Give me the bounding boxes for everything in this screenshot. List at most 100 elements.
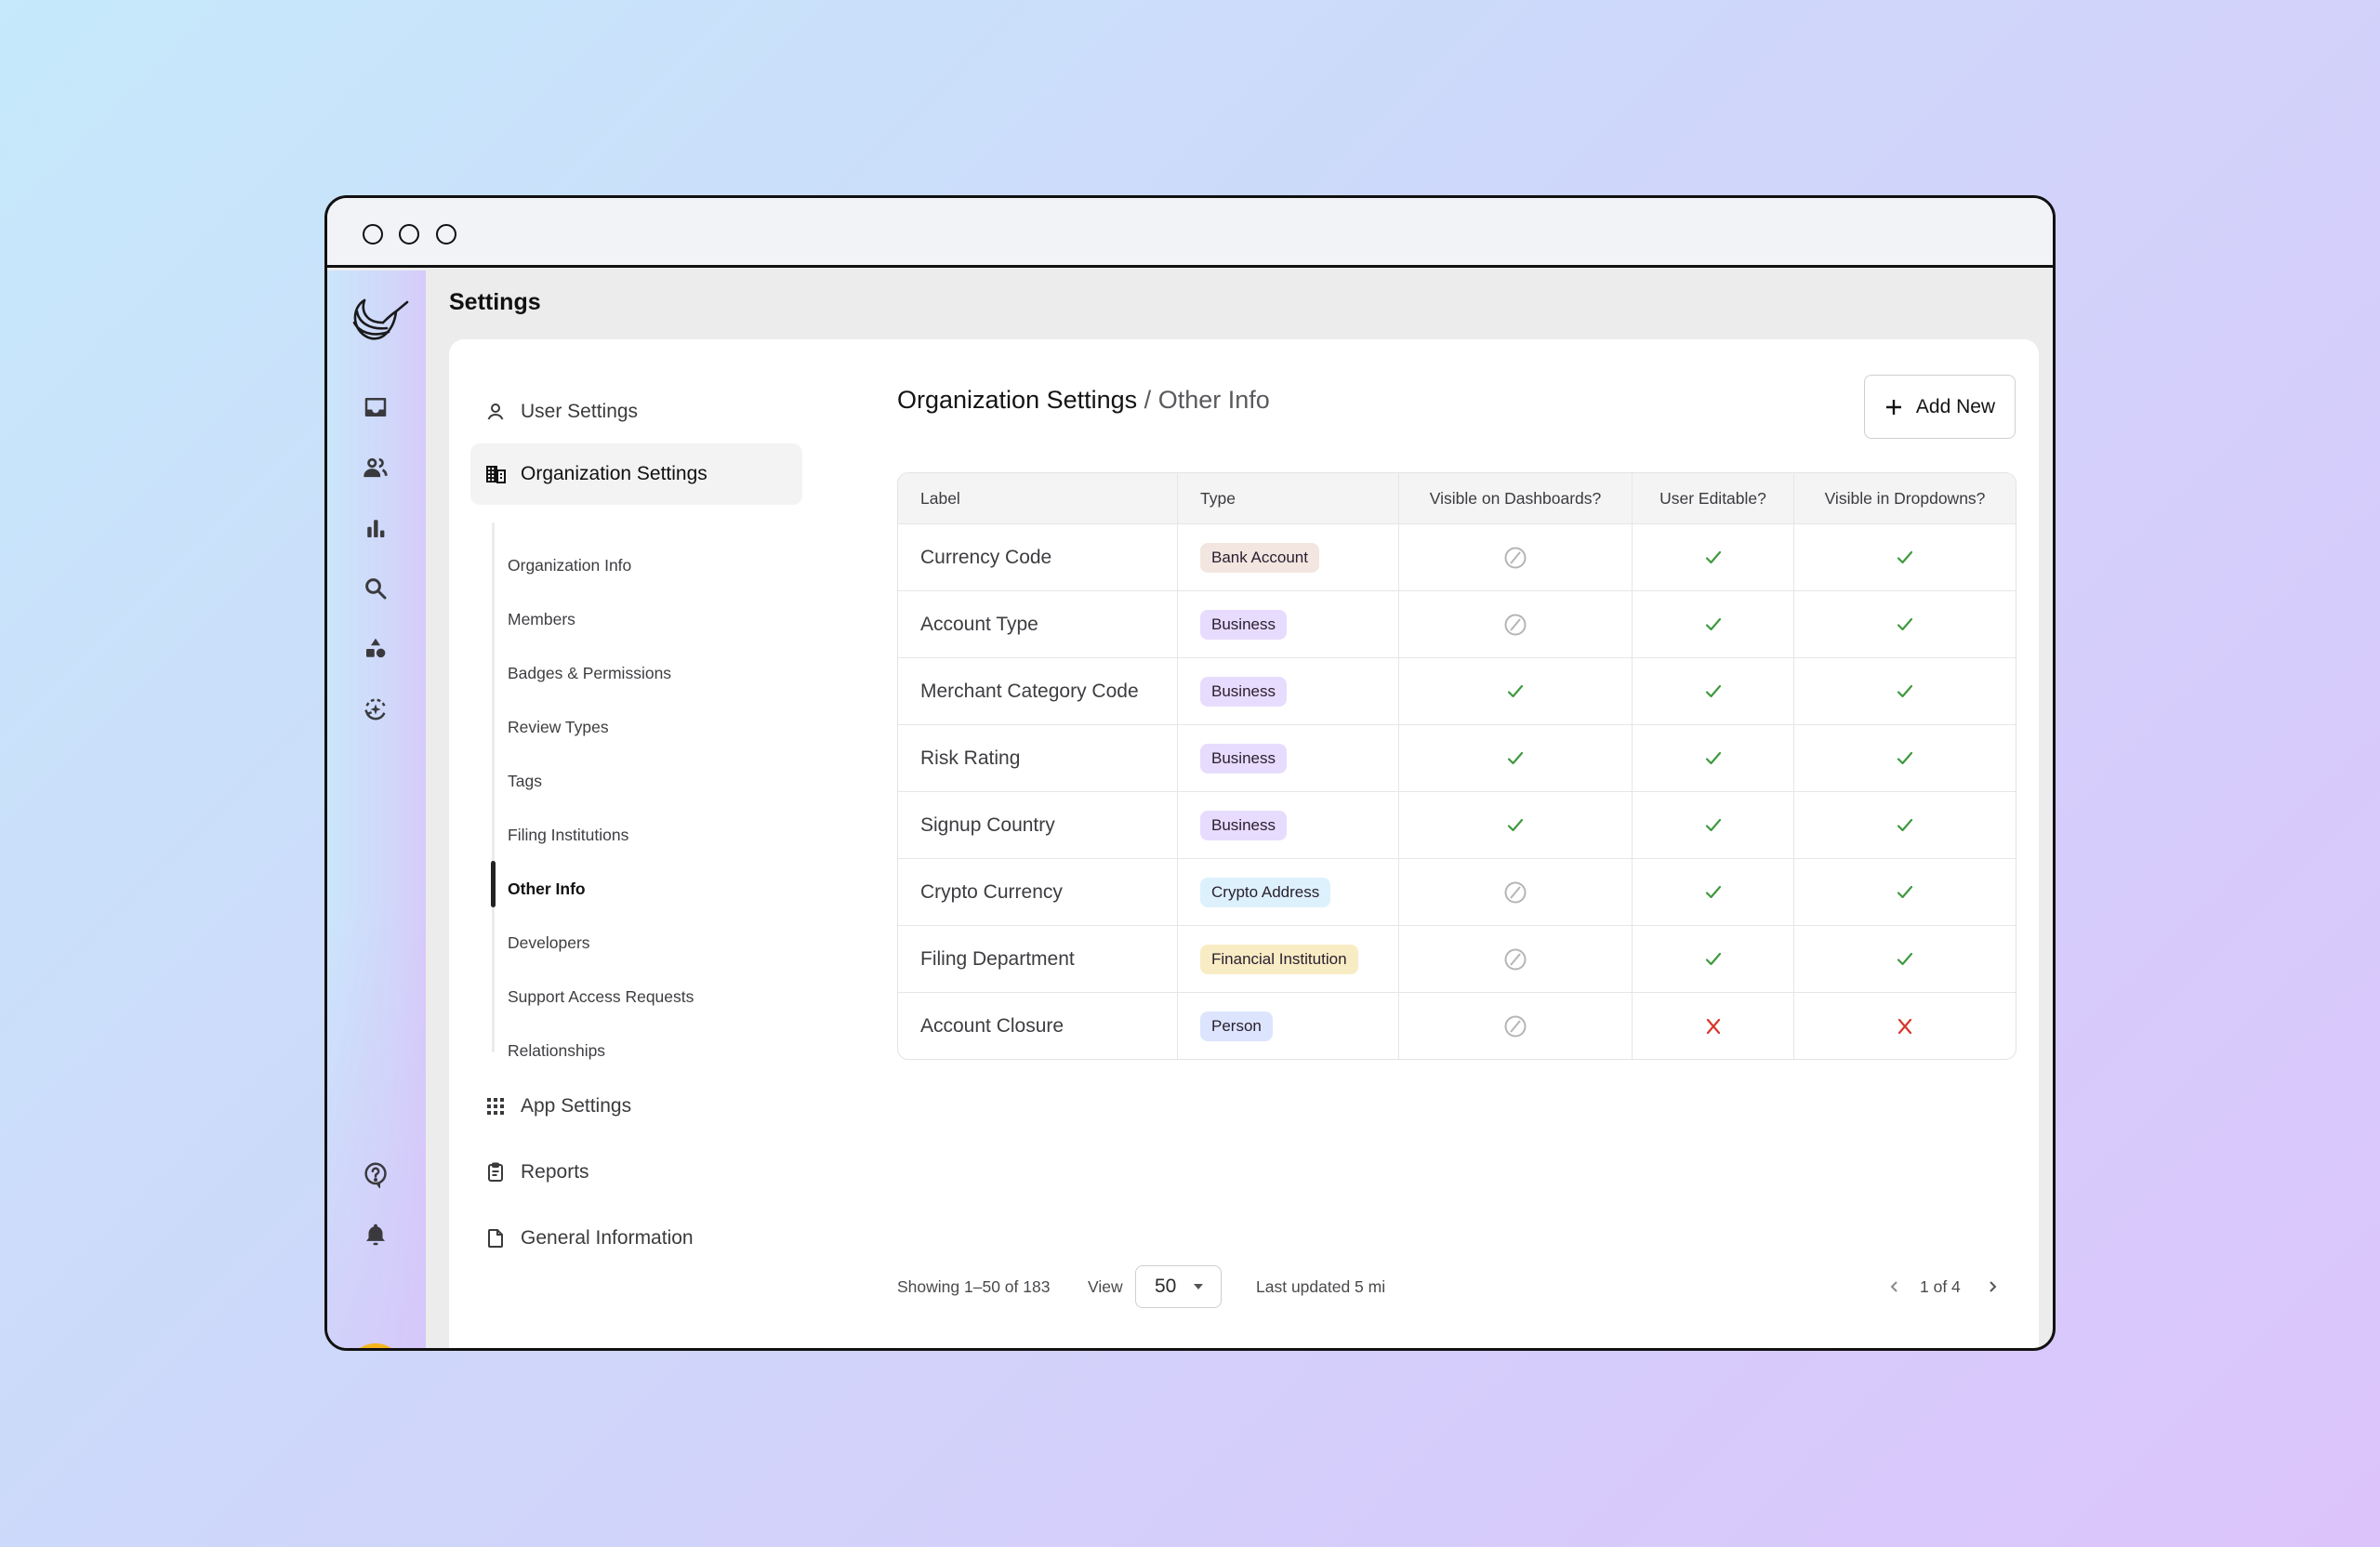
cell-label: Currency Code — [898, 524, 1177, 590]
cell-type: Financial Institution — [1177, 926, 1398, 992]
nav-organization-settings[interactable]: Organization Settings — [470, 443, 802, 505]
subnav-tags[interactable]: Tags — [508, 767, 542, 795]
row-label: Merchant Category Code — [920, 680, 1139, 702]
type-badge: Business — [1200, 810, 1287, 840]
cell-type: Person — [1177, 993, 1398, 1059]
column-header-type[interactable]: Type — [1177, 473, 1398, 523]
bar-chart-icon[interactable] — [360, 512, 391, 544]
table-row[interactable]: Currency Code Bank Account — [898, 523, 2016, 590]
hummingbird-logo-icon[interactable] — [348, 291, 409, 347]
table-row[interactable]: Account Closure Person — [898, 992, 2016, 1059]
subnav-organization-info[interactable]: Organization Info — [508, 551, 631, 579]
check-icon — [1705, 818, 1721, 831]
cross-icon — [1897, 1018, 1912, 1034]
next-page-button[interactable] — [1987, 1263, 1998, 1310]
app-window: Settings User Settings Organization Sett… — [324, 195, 2056, 1351]
type-badge: Financial Institution — [1200, 944, 1358, 974]
add-new-label: Add New — [1915, 395, 1996, 417]
cell-visible-dashboards — [1398, 524, 1632, 590]
check-icon — [1507, 818, 1524, 831]
column-header-label[interactable]: Label — [898, 473, 1177, 523]
table-footer: Showing 1–50 of 183 View 50 Last updated… — [897, 1263, 2016, 1310]
showing-count: Showing 1–50 of 183 — [897, 1276, 1051, 1296]
nav-app-settings[interactable]: App Settings — [470, 1076, 802, 1137]
cell-visible-dashboards — [1398, 725, 1632, 791]
column-header-visible-dropdowns[interactable]: Visible in Dropdowns? — [1793, 473, 2016, 523]
title-bar — [327, 198, 2053, 268]
inbox-icon[interactable] — [360, 391, 391, 423]
check-icon — [1897, 684, 1913, 697]
window-close-button[interactable] — [363, 224, 383, 245]
cross-icon — [1706, 1018, 1720, 1034]
subnav-relationships[interactable]: Relationships — [508, 1037, 605, 1064]
breadcrumb-separator: / — [1144, 386, 1152, 414]
window-zoom-button[interactable] — [436, 224, 456, 245]
table-row[interactable]: Account Type Business — [898, 590, 2016, 657]
table-body: Currency Code Bank Account Account Type … — [898, 523, 2016, 1059]
column-header-visible-dashboards[interactable]: Visible on Dashboards? — [1398, 473, 1632, 523]
table-row[interactable]: Risk Rating Business — [898, 724, 2016, 791]
table-row[interactable]: Signup Country Business — [898, 791, 2016, 858]
check-icon — [1897, 885, 1913, 898]
nav-general-information-label: General Information — [521, 1227, 694, 1249]
subnav-badges-permissions[interactable]: Badges & Permissions — [508, 659, 671, 687]
cell-type: Crypto Address — [1177, 859, 1398, 925]
check-icon — [1705, 550, 1721, 563]
cell-user-editable — [1632, 591, 1793, 657]
cell-label: Crypto Currency — [898, 859, 1177, 925]
cell-visible-dashboards — [1398, 792, 1632, 858]
building-icon — [483, 462, 508, 486]
table-row[interactable]: Merchant Category Code Business — [898, 657, 2016, 724]
cell-user-editable — [1632, 926, 1793, 992]
subnav-other-info[interactable]: Other Info — [508, 875, 586, 903]
previous-page-button[interactable] — [1889, 1263, 1900, 1310]
cell-user-editable — [1632, 524, 1793, 590]
page-size-select[interactable]: 50 — [1135, 1265, 1222, 1308]
search-icon[interactable] — [360, 573, 391, 604]
bell-icon[interactable] — [360, 1219, 391, 1250]
disabled-icon — [1504, 547, 1527, 568]
row-label: Filing Department — [920, 947, 1075, 970]
cell-visible-dashboards — [1398, 926, 1632, 992]
subnav-developers[interactable]: Developers — [508, 929, 590, 957]
check-icon — [1705, 952, 1721, 965]
grid-icon — [483, 1094, 508, 1118]
row-label: Crypto Currency — [920, 880, 1063, 903]
type-badge: Person — [1200, 1011, 1273, 1041]
cell-user-editable — [1632, 658, 1793, 724]
subnav-filing-institutions[interactable]: Filing Institutions — [508, 821, 628, 849]
subnav-review-types[interactable]: Review Types — [508, 713, 609, 741]
shapes-icon[interactable] — [360, 633, 391, 665]
users-icon[interactable] — [360, 452, 391, 483]
add-new-button[interactable]: Add New — [1864, 375, 2016, 439]
subnav-support-access-requests[interactable]: Support Access Requests — [508, 983, 694, 1011]
row-label: Risk Rating — [920, 747, 1021, 769]
cell-label: Account Type — [898, 591, 1177, 657]
nav-reports[interactable]: Reports — [470, 1142, 802, 1203]
nav-organization-settings-label: Organization Settings — [521, 463, 707, 484]
check-icon — [1897, 550, 1913, 563]
check-icon — [1705, 751, 1721, 764]
chevron-down-icon — [1194, 1284, 1204, 1289]
nav-general-information[interactable]: General Information — [470, 1208, 802, 1269]
cell-visible-dashboards — [1398, 658, 1632, 724]
subnav-active-indicator — [491, 861, 496, 907]
column-header-user-editable[interactable]: User Editable? — [1632, 473, 1793, 523]
cell-type: Business — [1177, 725, 1398, 791]
subnav-members[interactable]: Members — [508, 605, 575, 633]
breadcrumb-parent[interactable]: Organization Settings — [897, 386, 1137, 414]
nav-app-settings-label: App Settings — [521, 1095, 632, 1117]
cell-type: Business — [1177, 658, 1398, 724]
check-icon — [1897, 818, 1913, 831]
breadcrumb-current: Other Info — [1157, 386, 1270, 414]
ai-refresh-icon[interactable] — [360, 694, 391, 725]
help-icon[interactable] — [360, 1158, 391, 1190]
table-row[interactable]: Filing Department Financial Institution — [898, 925, 2016, 992]
cell-visible-dropdowns — [1793, 792, 2016, 858]
window-minimize-button[interactable] — [399, 224, 419, 245]
check-icon — [1705, 885, 1721, 898]
nav-user-settings[interactable]: User Settings — [470, 381, 802, 443]
disabled-icon — [1504, 948, 1527, 970]
table-row[interactable]: Crypto Currency Crypto Address — [898, 858, 2016, 925]
row-label: Currency Code — [920, 546, 1052, 568]
